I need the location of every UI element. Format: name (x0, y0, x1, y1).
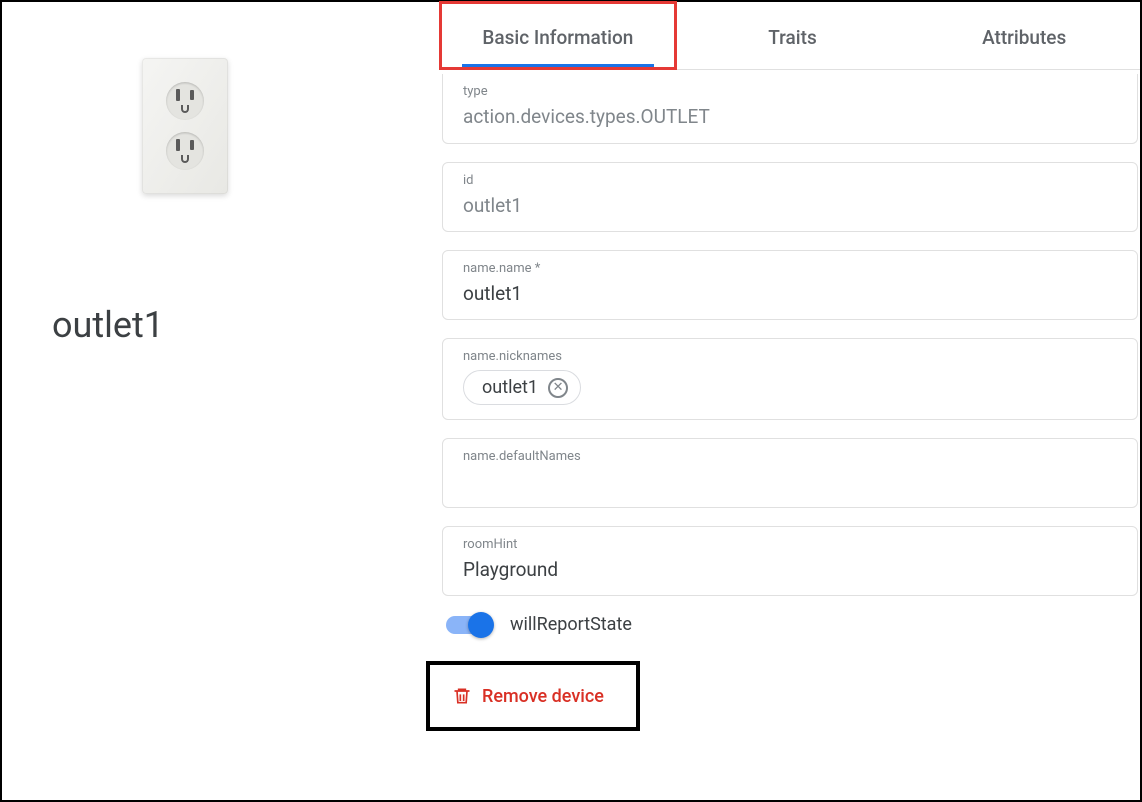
tabs: Basic Information Traits Attributes (440, 2, 1140, 70)
field-id-value: outlet1 (463, 194, 1117, 217)
field-default-names[interactable]: name.defaultNames (442, 438, 1138, 508)
will-report-state-toggle[interactable] (446, 616, 492, 634)
field-room-hint-label: roomHint (463, 537, 1117, 552)
main-panel: Basic Information Traits Attributes type… (440, 2, 1140, 800)
name-input[interactable] (463, 282, 1117, 305)
field-default-names-label: name.defaultNames (463, 449, 1117, 464)
field-type-value: action.devices.types.OUTLET (463, 105, 1117, 128)
trash-icon (452, 685, 472, 707)
sidebar: outlet1 (2, 2, 440, 800)
will-report-state-row: willReportState (446, 614, 1140, 635)
field-name-label: name.name * (463, 261, 1117, 276)
field-name[interactable]: name.name * (442, 250, 1138, 320)
form: type action.devices.types.OUTLET id outl… (440, 70, 1140, 731)
nickname-chip-label: outlet1 (482, 377, 538, 398)
device-image-outlet (142, 58, 228, 194)
field-id: id outlet1 (442, 162, 1138, 232)
tab-attributes[interactable]: Attributes (908, 2, 1140, 69)
field-type-label: type (463, 84, 1117, 99)
room-hint-input[interactable] (463, 558, 1117, 581)
field-type: type action.devices.types.OUTLET (442, 74, 1138, 144)
field-id-label: id (463, 173, 1117, 188)
field-nicknames-label: name.nicknames (463, 349, 1117, 364)
will-report-state-label: willReportState (510, 614, 632, 635)
device-title: outlet1 (52, 304, 390, 346)
remove-device-button[interactable]: Remove device (426, 661, 640, 731)
field-nicknames[interactable]: name.nicknames outlet1 ✕ (442, 338, 1138, 420)
close-icon[interactable]: ✕ (548, 378, 568, 398)
tab-traits[interactable]: Traits (677, 2, 909, 69)
field-room-hint[interactable]: roomHint (442, 526, 1138, 596)
default-names-input[interactable] (463, 470, 1117, 493)
nickname-chip: outlet1 ✕ (463, 370, 581, 405)
tab-basic-information[interactable]: Basic Information (439, 1, 677, 70)
remove-device-label: Remove device (482, 686, 604, 707)
